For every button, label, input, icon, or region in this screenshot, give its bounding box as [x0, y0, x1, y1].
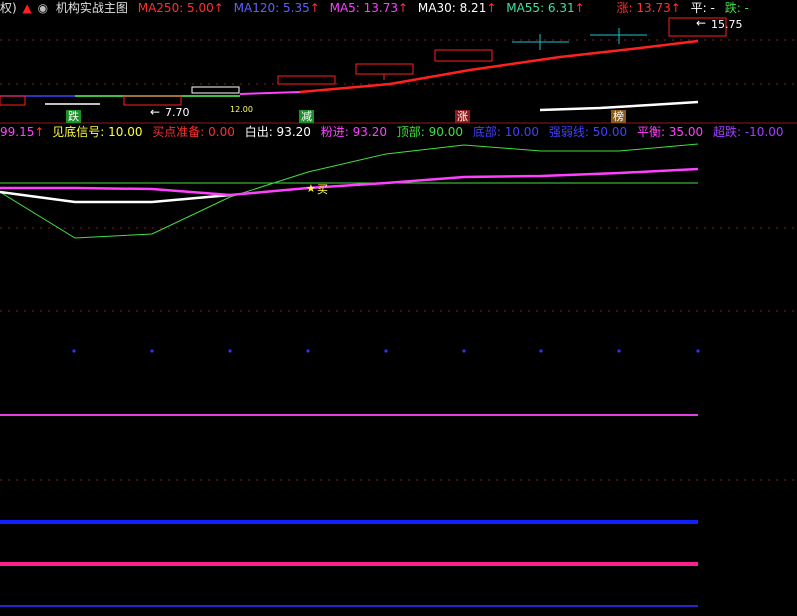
dot: [617, 349, 621, 353]
green-osc-line: [0, 143, 699, 239]
oversold-value: 超跌: -10.00: [712, 125, 784, 139]
dot: [72, 349, 76, 353]
candle: [277, 75, 336, 85]
buy-prep-value: 买点准备: 0.00: [152, 125, 235, 139]
badge-reduce: 减: [299, 110, 314, 123]
dot: [696, 349, 700, 353]
magenta-line: [0, 167, 699, 197]
dot: [228, 349, 232, 353]
dot: [306, 349, 310, 353]
indicator-chart[interactable]: ★ 买: [0, 140, 797, 616]
ma-red-line: [299, 39, 699, 94]
badge-rise: 涨: [455, 110, 470, 123]
buy-star-icon: ★: [306, 182, 316, 195]
bottom-value: 底部: 10.00: [472, 125, 540, 139]
high-price-arrow: ←: [696, 16, 706, 30]
price-chart[interactable]: ← 15.75 ← 7.70 12.00: [0, 0, 797, 124]
bottom-signal-value: 见底信号: 10.00: [52, 125, 143, 139]
dot: [539, 349, 543, 353]
candle: [0, 95, 26, 106]
pink-in-value: 粉进: 93.20: [320, 125, 387, 139]
candle: [123, 95, 182, 106]
small-label: 12.00: [230, 105, 253, 114]
strong-weak-value: 强弱线: 50.00: [548, 125, 628, 139]
candle: [434, 49, 493, 62]
low-price-arrow: ←: [150, 105, 160, 119]
high-price-label: 15.75: [711, 18, 743, 31]
balance-value: 平衡: 35.00: [636, 125, 704, 139]
ma-white-line: [539, 100, 699, 112]
ma-magenta-line: [239, 91, 301, 95]
indicator-header: 99.15↑ 见底信号: 10.00 买点准备: 0.00 白出: 93.20 …: [0, 124, 790, 140]
low-price-label: 7.70: [165, 106, 190, 119]
candle: [355, 63, 414, 75]
badge-rank: 榜: [611, 110, 626, 123]
white-out-value: 白出: 93.20: [244, 125, 311, 139]
dot: [150, 349, 154, 353]
candle: [191, 86, 240, 94]
dot: [462, 349, 466, 353]
indicator-value: 99.15↑: [0, 125, 45, 139]
dot: [384, 349, 388, 353]
top-value: 顶部: 90.00: [396, 125, 464, 139]
buy-marker: 买: [317, 183, 328, 196]
badge-fall: 跌: [66, 110, 81, 123]
